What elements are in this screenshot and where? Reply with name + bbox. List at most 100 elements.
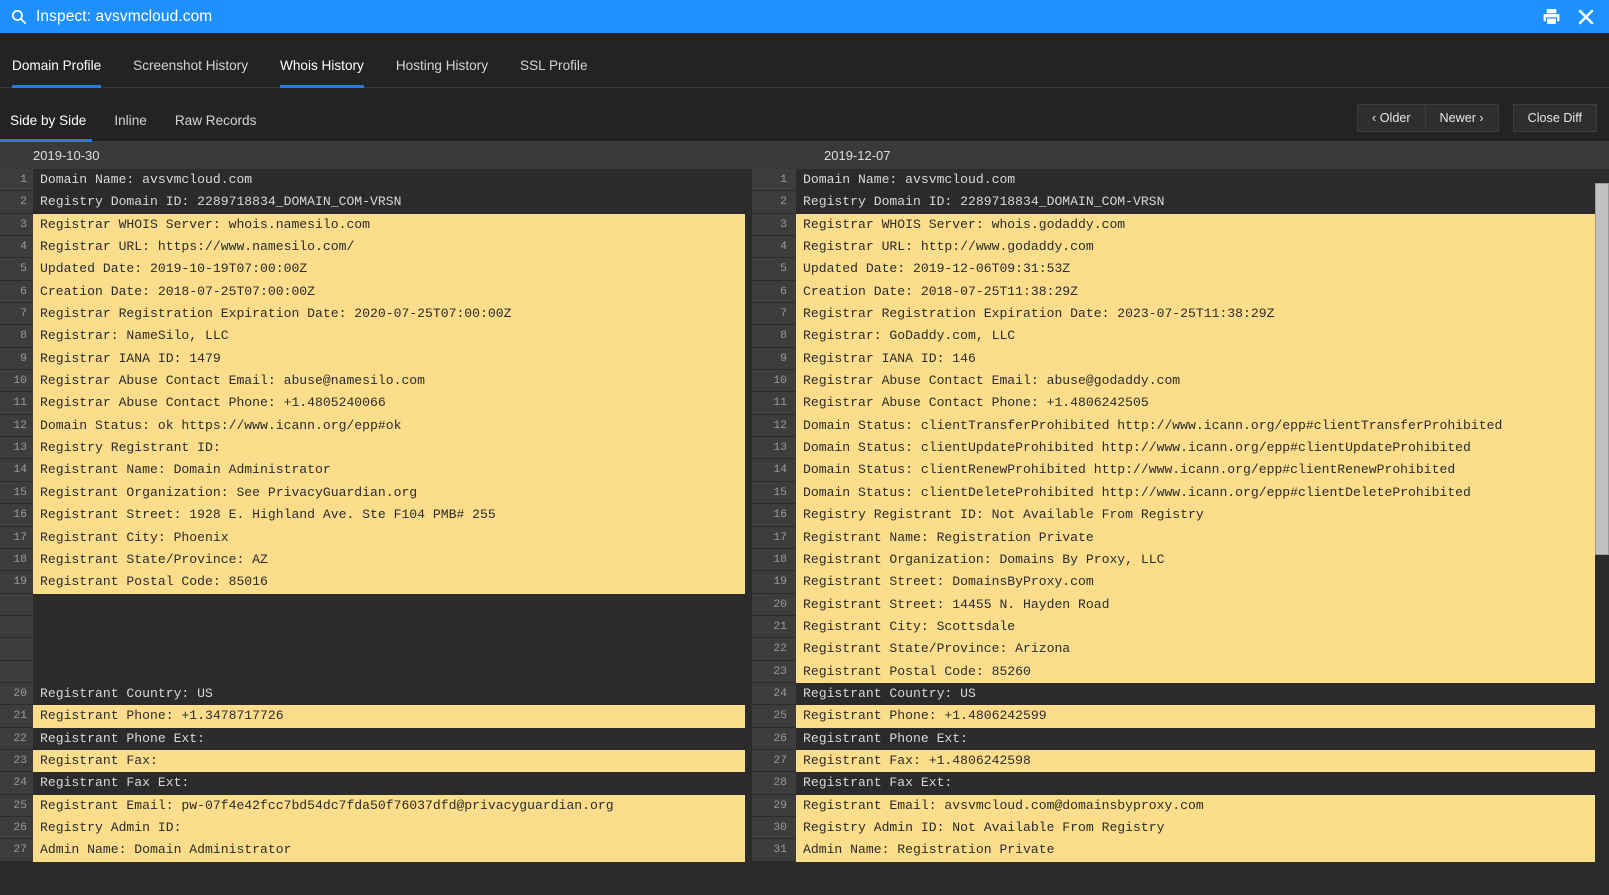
line-number: 3 — [0, 213, 33, 237]
diff-row: 10 Registrar Abuse Contact Email: abuse@g… — [748, 370, 1609, 393]
tab-inline[interactable]: Inline — [100, 113, 161, 141]
diff-line-text: Domain Status: clientRenewProhibited htt… — [796, 459, 1609, 482]
tab-label: Screenshot History — [133, 58, 248, 73]
tab-label: Domain Profile — [12, 58, 102, 73]
line-number: 12 — [0, 414, 33, 438]
diff-column-headers: 2019-10-30 2019-12-07 — [0, 142, 1609, 169]
line-number: 17 — [752, 526, 796, 549]
diff-row: 15 Registrant Organization: See PrivacyGu… — [0, 481, 745, 505]
line-number: 31 — [752, 839, 796, 862]
diff-line-text: Registrant Phone: +1.3478717726 — [33, 705, 745, 728]
diff-line-text: Registrant State/Province: AZ — [33, 548, 745, 572]
diff-row: 8 Registrar: GoDaddy.com, LLC — [748, 325, 1609, 348]
diff-line-text: Registrar WHOIS Server: whois.namesilo.c… — [33, 213, 745, 237]
diff-line-text: Domain Status: ok https://www.icann.org/… — [33, 414, 745, 438]
close-icon[interactable] — [1577, 8, 1595, 26]
diff-line-text — [33, 593, 745, 616]
line-number: 19 — [0, 571, 33, 594]
diff-line-text — [33, 615, 745, 639]
tab-hosting-history[interactable]: Hosting History — [380, 58, 504, 87]
tab-side-by-side[interactable]: Side by Side — [0, 113, 100, 142]
diff-line-text: Registrant State/Province: Arizona — [796, 638, 1609, 661]
title-bar: Inspect: avsvmcloud.com — [0, 0, 1609, 33]
diff-row: 16 Registrant Street: 1928 E. Highland Av… — [0, 504, 745, 527]
printer-icon[interactable] — [1542, 7, 1561, 26]
line-number: 27 — [0, 839, 33, 862]
older-button[interactable]: ‹ Older — [1357, 104, 1426, 132]
diff-row: 18 Registrant State/Province: AZ — [0, 548, 745, 572]
diff-line-text: Registrant Fax: — [33, 749, 745, 773]
diff-line-text: Registry Registrant ID: — [33, 437, 745, 460]
diff-pane-left[interactable]: 1 Domain Name: avsvmcloud.com 2 Registry Do… — [0, 169, 745, 895]
line-number: 22 — [752, 638, 796, 661]
line-number: 22 — [0, 727, 33, 750]
line-number: 12 — [752, 414, 796, 438]
tab-label: Hosting History — [395, 58, 489, 73]
diff-line-text: Registrant Name: Domain Administrator — [33, 459, 745, 482]
diff-row: 3 Registrar WHOIS Server: whois.godaddy.c… — [748, 213, 1609, 237]
line-number: 20 — [0, 682, 33, 706]
tab-whois-history[interactable]: Whois History — [264, 58, 380, 88]
newer-button[interactable]: Newer › — [1425, 104, 1499, 132]
diff-row: 2 Registry Domain ID: 2289718834_DOMAIN_C… — [0, 191, 745, 214]
diff-viewer: 1 Domain Name: avsvmcloud.com 2 Registry Do… — [0, 169, 1609, 895]
line-number: 1 — [0, 169, 33, 192]
diff-row: 15 Domain Status: clientDeleteProhibited … — [748, 481, 1609, 505]
line-number: 4 — [752, 236, 796, 259]
diff-row: 5 Updated Date: 2019-12-06T09:31:53Z — [748, 258, 1609, 281]
diff-row: 5 Updated Date: 2019-10-19T07:00:00Z — [0, 258, 745, 281]
line-number: 26 — [752, 727, 796, 750]
close-diff-button[interactable]: Close Diff — [1512, 104, 1597, 132]
diff-line-text: Registrar Registration Expiration Date: … — [796, 303, 1609, 326]
diff-line-text: Updated Date: 2019-12-06T09:31:53Z — [796, 258, 1609, 281]
diff-line-text: Registrant Organization: Domains By Prox… — [796, 548, 1609, 572]
view-mode-tabs: Side by Side Inline Raw Records — [0, 88, 271, 142]
diff-line-text: Registrant Phone Ext: — [33, 727, 745, 750]
line-number: 8 — [752, 325, 796, 348]
diff-row — [0, 660, 745, 683]
diff-row: 10 Registrar Abuse Contact Email: abuse@n… — [0, 370, 745, 393]
line-number — [0, 615, 33, 639]
diff-row — [0, 638, 745, 661]
diff-line-text: Registrant Street: DomainsByProxy.com — [796, 571, 1609, 594]
tab-label: Whois History — [280, 58, 364, 73]
tab-ssl-profile[interactable]: SSL Profile — [504, 58, 604, 87]
diff-line-text: Registrant City: Scottsdale — [796, 615, 1609, 639]
diff-line-text: Registrar URL: https://www.namesilo.com/ — [33, 236, 745, 259]
line-number: 23 — [0, 749, 33, 773]
tab-screenshot-history[interactable]: Screenshot History — [117, 58, 264, 87]
line-number: 18 — [752, 548, 796, 572]
diff-line-text: Registrant Postal Code: 85260 — [796, 660, 1609, 683]
diff-line-text: Registrant Email: pw-07f4e42fcc7bd54dc7f… — [33, 794, 745, 817]
line-number: 15 — [0, 481, 33, 505]
diff-pane-right[interactable]: 1 Domain Name: avsvmcloud.com 2 Registry Do… — [745, 169, 1609, 895]
line-number: 13 — [752, 437, 796, 460]
diff-row: 16 Registry Registrant ID: Not Available … — [748, 504, 1609, 527]
diff-row: 14 Registrant Name: Domain Administrator — [0, 459, 745, 482]
line-number: 11 — [0, 392, 33, 415]
line-number: 7 — [0, 303, 33, 326]
diff-row: 4 Registrar URL: https://www.namesilo.com… — [0, 236, 745, 259]
line-number: 7 — [752, 303, 796, 326]
diff-line-text: Registrar Abuse Contact Phone: +1.480524… — [33, 392, 745, 415]
line-number: 27 — [752, 749, 796, 773]
diff-line-text: Registrant Phone Ext: — [796, 727, 1609, 750]
diff-row: 11 Registrar Abuse Contact Phone: +1.4805… — [0, 392, 745, 415]
tab-domain-profile[interactable]: Domain Profile — [0, 58, 117, 88]
vertical-scrollbar[interactable] — [1595, 169, 1609, 895]
scrollbar-thumb[interactable] — [1595, 183, 1609, 555]
diff-line-text: Admin Name: Registration Private — [796, 839, 1609, 862]
line-number: 10 — [0, 370, 33, 393]
diff-line-text: Domain Status: clientTransferProhibited … — [796, 414, 1609, 438]
line-number: 17 — [0, 526, 33, 549]
tab-raw-records[interactable]: Raw Records — [161, 113, 271, 141]
diff-row: 8 Registrar: NameSilo, LLC — [0, 325, 745, 348]
line-number: 3 — [752, 213, 796, 237]
diff-row: 29 Registrant Email: avsvmcloud.com@domai… — [748, 794, 1609, 817]
tab-label: Inline — [114, 113, 147, 128]
line-number: 30 — [752, 816, 796, 840]
diff-line-text: Registrant Name: Registration Private — [796, 526, 1609, 549]
tab-label: Side by Side — [10, 113, 87, 128]
diff-row: 28 Registrant Fax Ext: — [748, 772, 1609, 795]
diff-line-text: Registrar IANA ID: 146 — [796, 347, 1609, 371]
